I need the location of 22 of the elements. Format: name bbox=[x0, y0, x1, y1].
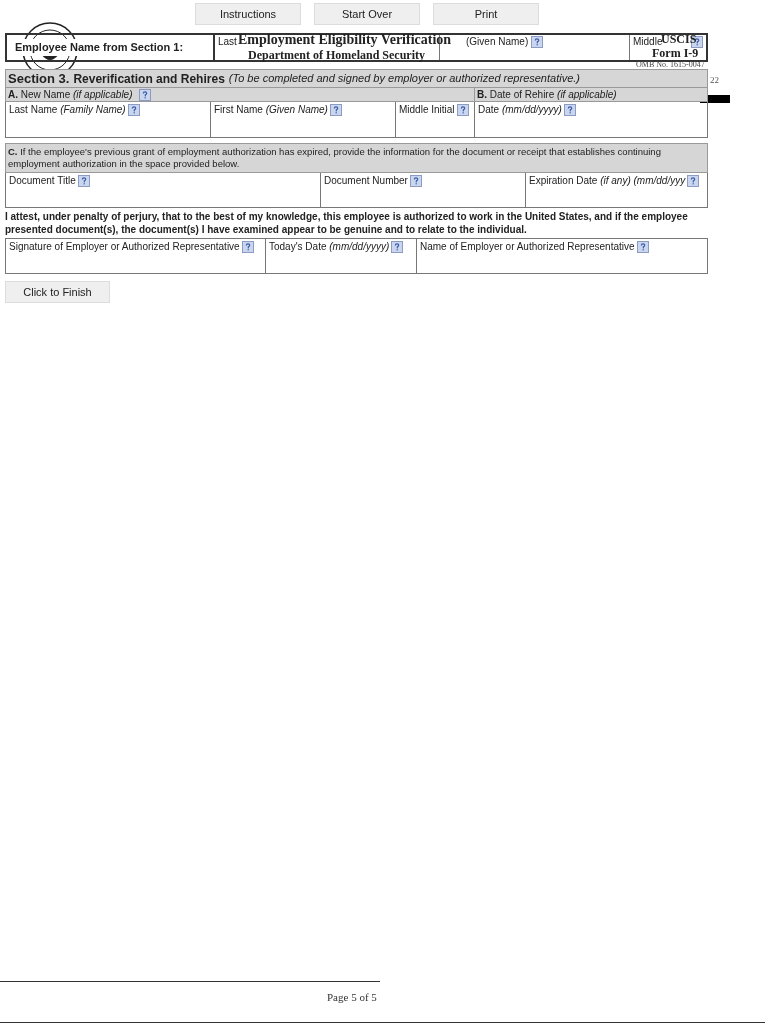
department-name: Department of Homeland Security bbox=[248, 49, 425, 62]
agency-name: USCIS bbox=[661, 33, 697, 46]
toolbar-button[interactable]: Print bbox=[433, 3, 539, 25]
toolbar-button[interactable]: Instructions bbox=[195, 3, 301, 25]
help-icon[interactable] bbox=[531, 36, 544, 48]
section-title: Reverification and Rehires bbox=[73, 70, 225, 88]
expiration-fragment: 22 bbox=[710, 75, 719, 85]
part-label: A. New Name (if applicable) bbox=[8, 88, 133, 101]
section-note: (To be completed and signed by employer or authorized representative.) bbox=[228, 71, 580, 87]
omb-number: OMB No. 1615-0047 bbox=[636, 61, 705, 69]
toolbar-button[interactable]: Start Over bbox=[314, 3, 420, 25]
field-label: (Given Name) bbox=[466, 36, 529, 48]
attestation-text: I attest, under penalty of perjury, that to the best of my knowledge, this employee is authorized to work in the United States, and if the employee presented document(s), the document(s) I have examined appear to be genuine and to relate to the individual. bbox=[5, 210, 689, 236]
section-number: Section 3. bbox=[8, 69, 70, 88]
field-label: Last bbox=[218, 36, 237, 48]
finish-button[interactable]: Click to Finish bbox=[5, 281, 110, 303]
part-label: B. Date of Rehire (if applicable) bbox=[477, 88, 617, 101]
instruction-text: C. If the employee's previous grant of employment authorization has expired, provide the information for the document or receipt that establishes continuing employment authorization in the space provided below. bbox=[8, 146, 662, 170]
section-label: Employee Name from Section 1: bbox=[13, 39, 186, 56]
field-label: Middle bbox=[633, 36, 663, 48]
form-number: Form I-9 bbox=[652, 47, 699, 60]
page-number: Page 5 of 5 bbox=[327, 990, 377, 1005]
